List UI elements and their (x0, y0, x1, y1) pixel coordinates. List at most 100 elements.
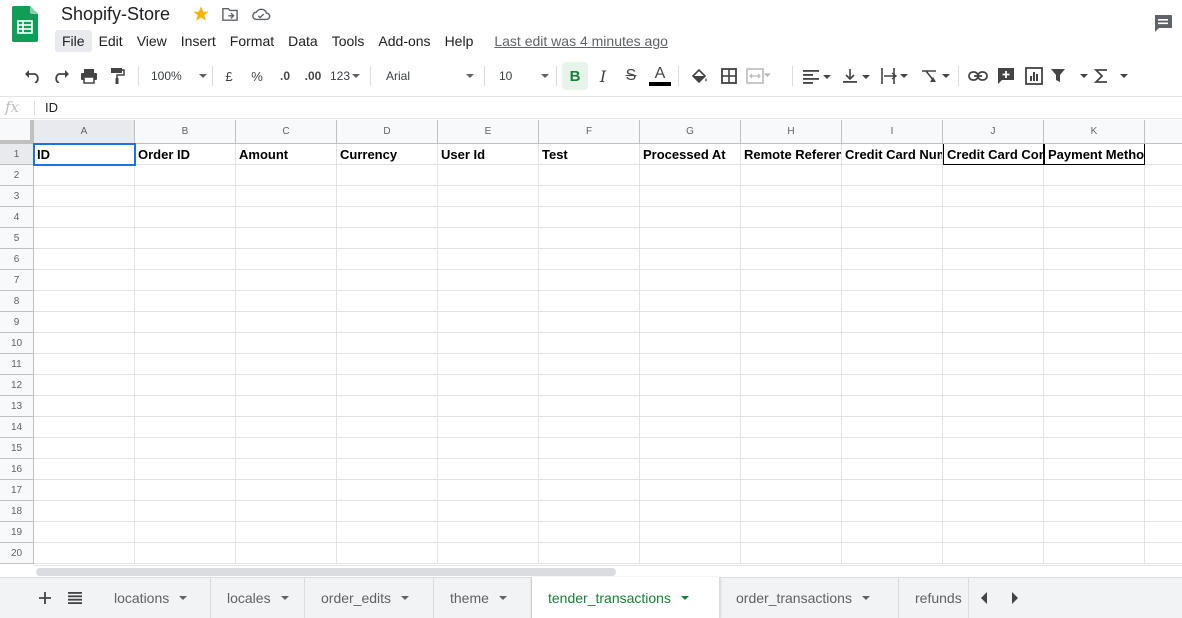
cell[interactable] (943, 354, 1044, 375)
cell[interactable] (539, 228, 640, 249)
cell[interactable] (1044, 459, 1145, 480)
cell[interactable] (337, 249, 438, 270)
chevron-down-icon[interactable] (680, 595, 689, 600)
column-header[interactable]: C (236, 120, 337, 144)
cell[interactable] (236, 501, 337, 522)
cell[interactable] (539, 207, 640, 228)
cell[interactable] (741, 207, 842, 228)
cell[interactable] (1044, 480, 1145, 501)
menu-insert[interactable]: Insert (174, 30, 223, 52)
cell[interactable] (135, 333, 236, 354)
cell[interactable] (640, 186, 741, 207)
scroll-tabs-right-icon[interactable] (1003, 586, 1027, 610)
cell[interactable] (539, 312, 640, 333)
paint-format-icon[interactable] (104, 62, 130, 90)
cell[interactable] (34, 312, 135, 333)
cell[interactable] (337, 417, 438, 438)
cell[interactable] (438, 249, 539, 270)
column-header[interactable]: D (337, 120, 438, 144)
cell[interactable] (438, 165, 539, 186)
menu-help[interactable]: Help (438, 30, 481, 52)
redo-icon[interactable] (48, 62, 74, 90)
font-select[interactable]: Arial (386, 62, 474, 90)
cell[interactable] (1145, 375, 1182, 396)
cell[interactable] (943, 438, 1044, 459)
insert-comment-icon[interactable] (993, 62, 1019, 90)
cell[interactable] (640, 438, 741, 459)
cell[interactable] (943, 207, 1044, 228)
cell[interactable] (438, 480, 539, 501)
cell[interactable] (337, 543, 438, 564)
cell[interactable] (438, 354, 539, 375)
cell[interactable] (539, 354, 640, 375)
text-rotation-icon[interactable] (920, 62, 952, 90)
cell[interactable] (1044, 186, 1145, 207)
cell[interactable] (135, 438, 236, 459)
cell[interactable] (337, 354, 438, 375)
cell[interactable] (135, 207, 236, 228)
cell[interactable] (539, 165, 640, 186)
cell[interactable] (236, 480, 337, 501)
cell[interactable] (640, 270, 741, 291)
cell[interactable] (34, 480, 135, 501)
cell[interactable] (1044, 438, 1145, 459)
cell[interactable] (539, 375, 640, 396)
column-header[interactable]: B (135, 120, 236, 144)
cell[interactable] (842, 543, 943, 564)
cell[interactable] (1145, 438, 1182, 459)
cell[interactable] (539, 333, 640, 354)
cell[interactable] (640, 543, 741, 564)
cell[interactable] (438, 291, 539, 312)
cell[interactable] (236, 291, 337, 312)
sheet-tab-locales[interactable]: locales (211, 578, 305, 618)
cell[interactable] (640, 354, 741, 375)
cell[interactable] (236, 312, 337, 333)
cell[interactable] (943, 291, 1044, 312)
cell[interactable] (842, 480, 943, 501)
menu-addons[interactable]: Add-ons (371, 30, 437, 52)
cell[interactable] (1044, 291, 1145, 312)
cell[interactable] (539, 396, 640, 417)
cell[interactable] (842, 165, 943, 186)
header-cell[interactable]: Processed At (640, 144, 741, 165)
cell[interactable] (135, 228, 236, 249)
cell[interactable] (135, 522, 236, 543)
cell[interactable] (34, 438, 135, 459)
cell[interactable] (34, 396, 135, 417)
cell[interactable] (741, 249, 842, 270)
cell[interactable] (438, 438, 539, 459)
cell[interactable] (741, 354, 842, 375)
bold-button[interactable]: B (562, 62, 588, 90)
cell[interactable] (741, 396, 842, 417)
cell[interactable] (842, 522, 943, 543)
column-header[interactable]: I (842, 120, 943, 144)
cell[interactable] (539, 186, 640, 207)
cell[interactable] (236, 249, 337, 270)
cell[interactable] (539, 291, 640, 312)
cell[interactable] (842, 228, 943, 249)
cell[interactable] (640, 375, 741, 396)
insert-link-icon[interactable] (965, 62, 991, 90)
cell[interactable] (337, 438, 438, 459)
row-header[interactable]: 10 (0, 333, 34, 354)
header-cell[interactable]: Order ID (135, 144, 236, 165)
cell[interactable] (539, 270, 640, 291)
cell[interactable] (337, 228, 438, 249)
increase-decimal-button[interactable]: .00 (300, 62, 326, 90)
cell[interactable] (135, 165, 236, 186)
cell[interactable] (236, 543, 337, 564)
currency-format-button[interactable]: £ (216, 62, 242, 90)
cell[interactable] (236, 438, 337, 459)
cell[interactable] (943, 186, 1044, 207)
row-header[interactable]: 12 (0, 375, 34, 396)
cell[interactable] (1145, 249, 1182, 270)
decrease-decimal-button[interactable]: .0 (272, 62, 298, 90)
cell[interactable] (1145, 522, 1182, 543)
cell[interactable] (337, 270, 438, 291)
cell[interactable] (337, 207, 438, 228)
cell[interactable] (1145, 165, 1182, 186)
cell[interactable] (135, 249, 236, 270)
cell[interactable] (943, 270, 1044, 291)
cell[interactable] (1145, 270, 1182, 291)
cell[interactable] (943, 396, 1044, 417)
